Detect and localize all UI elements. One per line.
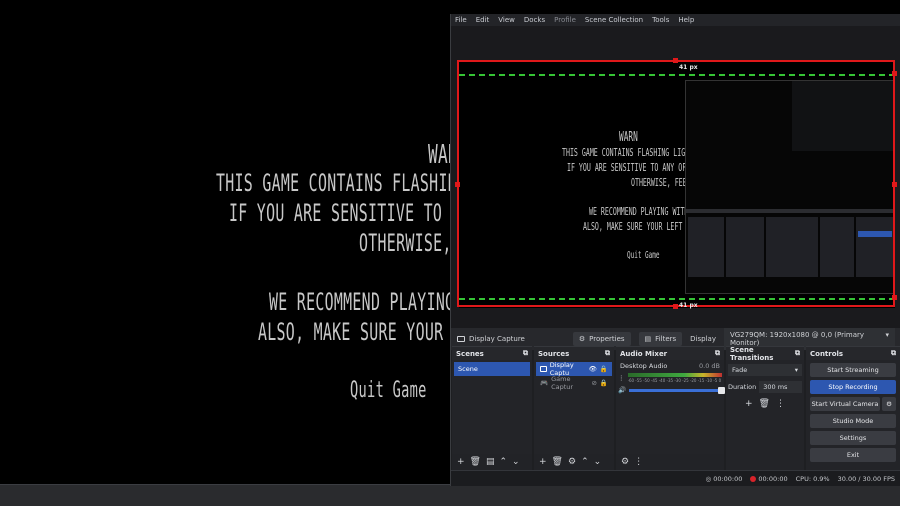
scene-item[interactable]: Scene [454,362,530,376]
crop-top-label: 41 px [679,64,698,71]
add-icon[interactable]: + [539,457,547,467]
sources-title: Sources [538,349,570,358]
start-streaming-button[interactable]: Start Streaming [810,363,896,377]
preview-area[interactable]: WARN THIS GAME CONTAINS FLASHING LIGHTS,… [451,26,900,328]
undock-icon[interactable]: ⧉ [795,349,800,358]
record-icon [750,475,757,482]
status-bar: ◎ 00:00:00 00:00:00 CPU: 0.9% 30.00 / 30… [451,470,900,486]
display-icon [540,366,547,372]
settings-button[interactable]: Settings [810,431,896,445]
menu-profile[interactable]: Profile [554,16,576,24]
eye-icon[interactable]: 👁 [589,365,597,373]
add-icon[interactable]: + [457,457,465,467]
resize-handle-bottom[interactable] [673,304,678,309]
menu-bar: File Edit View Docks Profile Scene Colle… [451,14,900,26]
undock-icon[interactable]: ⧉ [715,349,720,358]
volume-scale: -60 -55 -50 -45 -40 -35 -30 -25 -20 -15 … [627,378,722,383]
move-down-icon[interactable]: ⌄ [512,457,520,467]
transition-select[interactable]: Fade ▾ [728,364,802,376]
more-options-icon[interactable]: ⋮ [634,457,643,467]
scenes-title: Scenes [456,349,484,358]
fps-display: 30.00 / 30.00 FPS [837,474,895,483]
controls-dock: Controls ⧉ Start Streaming Stop Recordin… [806,346,900,470]
scenes-dock: Scenes ⧉ Scene + 🗑 ▤ ⌃ ⌄ [452,346,532,470]
cpu-usage: CPU: 0.9% [795,474,830,483]
undock-icon[interactable]: ⧉ [891,349,896,358]
undock-icon[interactable]: ⧉ [523,349,528,358]
duration-label: Duration [728,383,757,391]
menu-docks[interactable]: Docks [524,16,545,24]
start-virtual-camera-button[interactable]: Start Virtual Camera [810,397,880,411]
resize-handle-corner-br[interactable] [892,295,897,300]
filters-button[interactable]: ▤ Filters [638,332,683,346]
lock-icon[interactable]: 🔒 [600,365,608,373]
eye-off-icon[interactable]: ⊘ [591,379,596,387]
move-up-icon[interactable]: ⌃ [500,457,508,467]
move-up-icon[interactable]: ⌃ [581,457,589,467]
guide-line-top [459,74,895,76]
resize-handle-right[interactable] [892,182,897,187]
menu-tools[interactable]: Tools [652,16,669,24]
properties-button[interactable]: ⚙ Properties [572,332,631,346]
broadcast-icon: ◎ [705,474,712,483]
menu-view[interactable]: View [498,16,515,24]
speaker-icon[interactable]: 🔊 [618,386,626,394]
guide-line-bottom [459,298,895,300]
rec-status: 00:00:00 [750,475,788,483]
source-item[interactable]: 🎮 Game Captur ⊘ 🔒 [536,375,612,391]
virtual-camera-settings-icon[interactable]: ⚙ [882,397,896,411]
volume-slider[interactable] [629,386,725,394]
taskbar-strip [0,484,900,506]
add-icon[interactable]: + [745,399,753,409]
source-label: Display Capture [457,335,525,343]
filter-icon: ▤ [644,335,652,343]
obs-window: File Edit View Docks Profile Scene Colle… [450,14,900,486]
move-down-icon[interactable]: ⌄ [594,457,602,467]
chevron-down-icon: ▾ [885,331,889,339]
volume-meter [627,373,722,377]
selection-frame[interactable] [457,60,895,307]
display-icon [457,336,465,342]
menu-file[interactable]: File [455,16,467,24]
source-item[interactable]: Display Captu 👁 🔒 [536,361,612,377]
studio-mode-button[interactable]: Studio Mode [810,414,896,428]
chevron-down-icon: ▾ [794,366,798,374]
gear-icon: ⚙ [578,335,586,343]
audio-track-level: 0.0 dB [699,362,720,370]
stop-recording-button[interactable]: Stop Recording [810,380,896,394]
more-options-icon[interactable]: ⋮ [618,374,625,382]
resize-handle-left[interactable] [455,182,460,187]
stream-status: ◎ 00:00:00 [705,474,743,483]
trash-icon[interactable]: 🗑 [759,399,770,409]
menu-help[interactable]: Help [678,16,694,24]
menu-edit[interactable]: Edit [476,16,490,24]
audio-track-name: Desktop Audio [620,362,668,370]
resize-handle-top[interactable] [673,58,678,63]
exit-button[interactable]: Exit [810,448,896,462]
audio-mixer-title: Audio Mixer [620,349,668,358]
trash-icon[interactable]: 🗑 [470,457,481,467]
scene-transitions-dock: Scene Transitions ⧉ Fade ▾ Duration 300 … [726,346,804,470]
lock-icon[interactable]: 🔒 [600,379,608,387]
display-label: Display [690,335,716,343]
more-options-icon[interactable]: ⋮ [776,399,785,409]
volume-slider-thumb[interactable] [718,386,725,394]
menu-scene-collection[interactable]: Scene Collection [585,16,643,24]
audio-mixer-dock: Audio Mixer ⧉ Desktop Audio 0.0 dB ⋮ -60… [616,346,725,470]
docks-row: Scenes ⧉ Scene + 🗑 ▤ ⌃ ⌄ Sources ⧉ Displ… [451,346,900,470]
crop-bottom-label: 41 px [679,302,698,309]
gamepad-icon: 🎮 [540,379,549,387]
gear-icon[interactable]: ⚙ [568,457,576,467]
gear-icon[interactable]: ⚙ [621,457,629,467]
duration-input[interactable]: 300 ms [759,381,802,393]
controls-title: Controls [810,349,844,358]
filter-icon[interactable]: ▤ [486,457,495,467]
undock-icon[interactable]: ⧉ [605,349,610,358]
resize-handle-corner-tr[interactable] [892,71,897,76]
sources-dock: Sources ⧉ Display Captu 👁 🔒 🎮 Game Captu… [534,346,614,470]
trash-icon[interactable]: 🗑 [552,457,563,467]
